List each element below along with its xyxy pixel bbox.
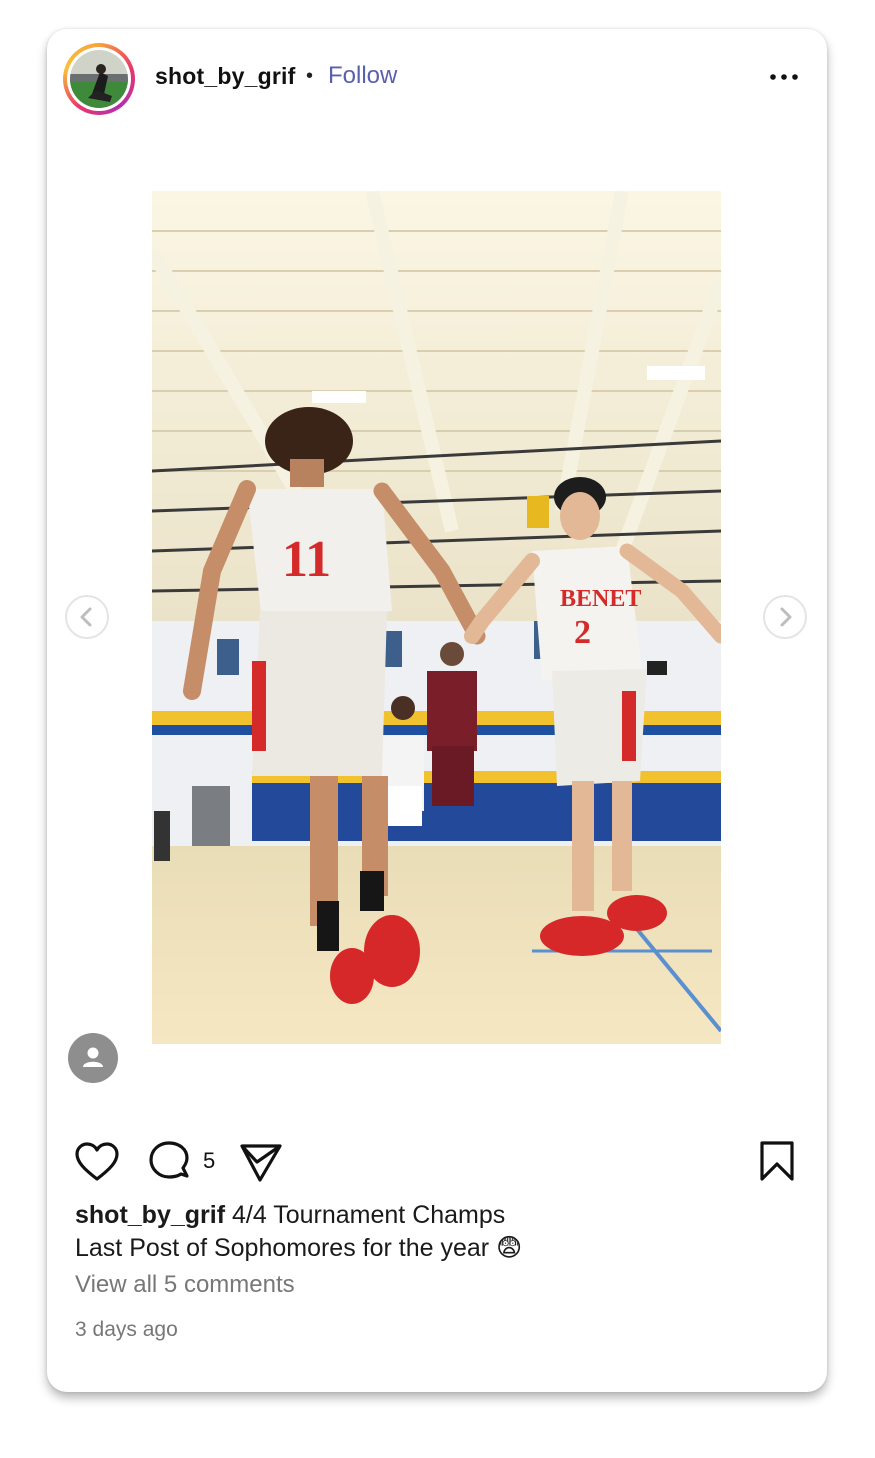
more-horizontal-icon xyxy=(770,74,798,80)
share-button[interactable] xyxy=(238,1140,284,1189)
follow-button[interactable]: Follow xyxy=(328,62,397,90)
caption-username[interactable]: shot_by_grif xyxy=(75,1201,225,1229)
caption-emoji: 😨 xyxy=(496,1234,523,1262)
avatar-image xyxy=(70,50,128,108)
basketball-photo: 11 BENET 2 xyxy=(152,191,721,1044)
send-icon xyxy=(240,1144,282,1182)
heart-icon xyxy=(75,1142,119,1181)
post-card: shot_by_grif • Follow 11 BENET 2 5 shot_… xyxy=(47,29,827,1392)
bookmark-icon xyxy=(760,1141,794,1181)
comment-button[interactable] xyxy=(147,1140,193,1189)
comment-bubble-icon xyxy=(149,1141,189,1179)
caption-line-1: 4/4 Tournament Champs xyxy=(231,1201,506,1229)
like-button[interactable] xyxy=(74,1141,120,1188)
post-photo[interactable]: 11 BENET 2 xyxy=(152,191,721,1044)
tagged-users-button[interactable] xyxy=(68,1033,118,1083)
chevron-right-icon xyxy=(780,607,792,627)
jersey-number-left: 11 xyxy=(282,531,331,588)
post-username[interactable]: shot_by_grif xyxy=(155,63,295,90)
jersey-team-right: BENET xyxy=(560,586,641,612)
next-photo-button[interactable] xyxy=(763,595,807,639)
caption-line-2: Last Post of Sophomores for the year xyxy=(75,1234,490,1262)
comment-count: 5 xyxy=(203,1148,216,1173)
header-separator: • xyxy=(306,65,314,87)
post-caption: shot_by_grif 4/4 Tournament Champs Last … xyxy=(75,1199,522,1265)
profile-avatar[interactable] xyxy=(63,43,135,115)
post-timestamp: 3 days ago xyxy=(75,1318,178,1341)
previous-photo-button[interactable] xyxy=(65,595,109,639)
save-button[interactable] xyxy=(759,1140,795,1189)
user-tag-icon xyxy=(83,1047,103,1067)
more-options-button[interactable] xyxy=(764,67,804,87)
view-all-comments-link[interactable]: View all 5 comments xyxy=(75,1271,295,1299)
jersey-number-right: 2 xyxy=(574,614,591,651)
chevron-left-icon xyxy=(80,607,92,627)
